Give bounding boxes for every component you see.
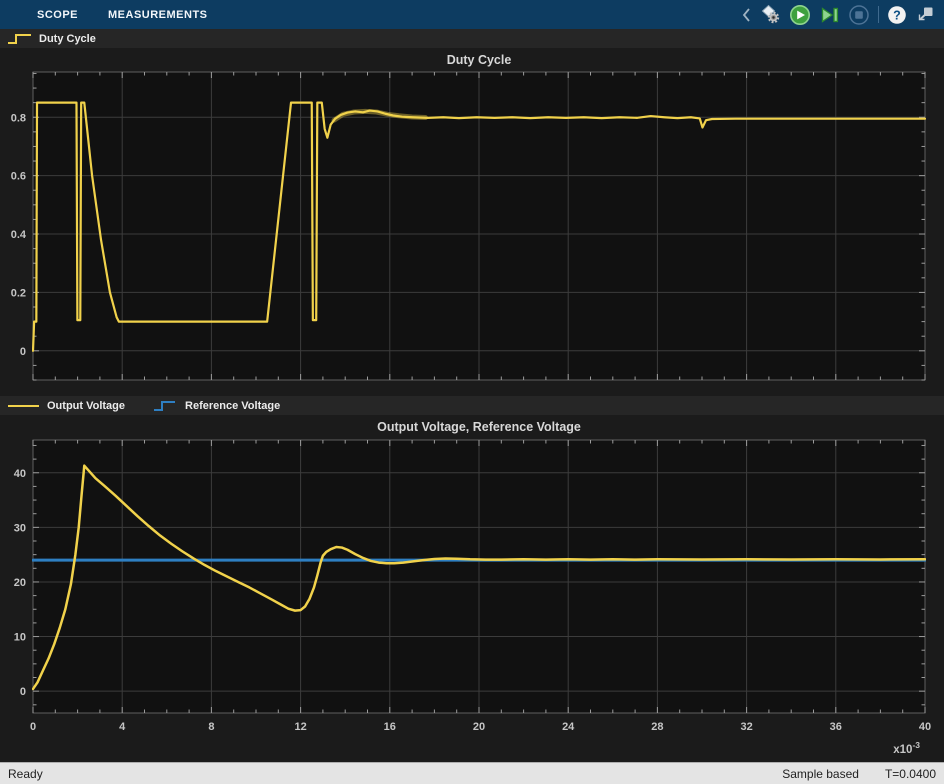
stop-icon [848,4,870,26]
svg-text:0: 0 [20,686,26,698]
simulation-time-text: T=0.0400 [885,767,936,781]
svg-text:4: 4 [119,721,126,733]
duty-cycle-step-glyph [7,32,33,46]
popout-icon[interactable] [915,5,935,24]
duty-cycle-chart[interactable]: 0 0.2 0.4 0.6 0.8 [0,48,944,396]
legend-item-output-voltage[interactable]: Output Voltage [7,399,125,413]
svg-text:10: 10 [14,632,26,644]
toolstrip: SCOPE MEASUREMENTS [0,0,944,29]
svg-text:30: 30 [14,522,26,534]
run-icon[interactable] [789,4,811,26]
output-voltage-line-glyph [7,399,41,413]
svg-text:40: 40 [919,721,931,733]
legend-strip-1: Duty Cycle [0,29,944,48]
svg-text:0.4: 0.4 [11,229,27,241]
svg-text:?: ? [893,8,901,22]
legend-label: Output Voltage [47,400,125,412]
svg-text:24: 24 [562,721,575,733]
legend-strip-2: Output Voltage Reference Voltage [0,396,944,415]
tab-measurements[interactable]: MEASUREMENTS [93,0,223,29]
legend-label: Duty Cycle [39,33,96,45]
svg-text:12: 12 [294,721,306,733]
plot-panel-duty-cycle: Duty Cycle 00.20.40.60.8 [0,48,944,396]
plot-panel-voltages: Output Voltage, Reference Voltage 010203… [0,415,944,762]
scope-window: SCOPE MEASUREMENTS [0,0,944,784]
svg-text:20: 20 [14,577,26,589]
svg-text:36: 36 [830,721,842,733]
legend-item-duty-cycle[interactable]: Duty Cycle [7,32,96,46]
status-bar: Ready Sample based T=0.0400 [0,762,944,784]
x-axis-scale-label: x10-3 [893,740,920,756]
sample-mode-text: Sample based [782,767,859,781]
help-icon[interactable]: ? [887,5,907,25]
svg-text:32: 32 [740,721,752,733]
svg-text:20: 20 [473,721,485,733]
svg-text:28: 28 [651,721,663,733]
scope-settings-icon[interactable] [760,4,781,25]
svg-text:16: 16 [384,721,396,733]
step-forward-icon[interactable] [819,4,840,26]
svg-text:0: 0 [30,721,36,733]
svg-text:0.6: 0.6 [11,171,26,183]
voltage-chart[interactable]: 0 10 20 30 40 0 4 8 12 16 20 24 28 32 36 40 [0,415,944,762]
collapse-toolstrip-icon[interactable] [741,6,752,24]
svg-text:0: 0 [20,346,26,358]
toolbar-divider [878,6,879,23]
svg-text:0.8: 0.8 [11,112,26,124]
quick-access-toolbar: ? [741,4,944,26]
svg-text:0.2: 0.2 [11,287,26,299]
tab-scope[interactable]: SCOPE [22,0,93,29]
svg-text:40: 40 [14,468,26,480]
legend-item-reference-voltage[interactable]: Reference Voltage [153,399,280,413]
status-text: Ready [8,767,43,781]
legend-label: Reference Voltage [185,400,280,412]
svg-text:8: 8 [208,721,214,733]
reference-voltage-step-glyph [153,399,179,413]
